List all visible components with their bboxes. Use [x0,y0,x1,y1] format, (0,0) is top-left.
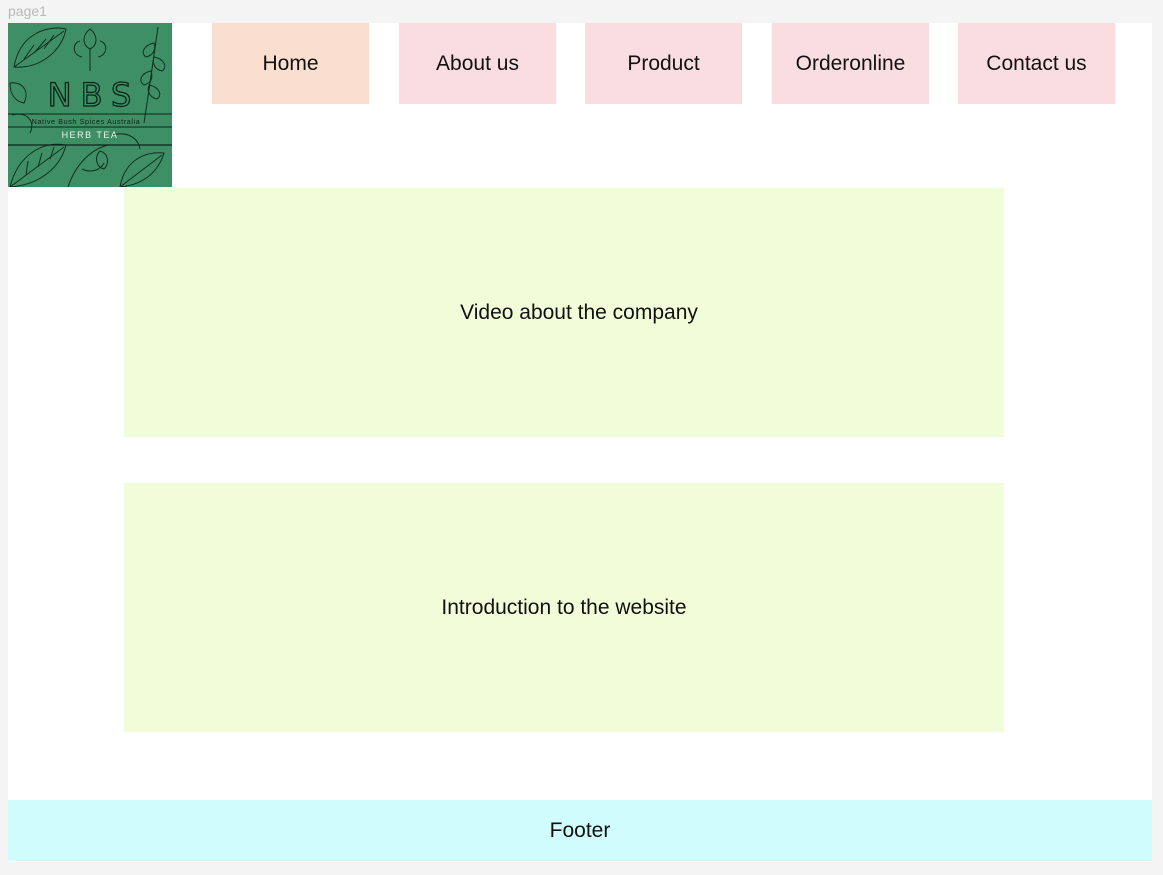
logo-title: NBS [48,76,141,114]
footer-label: Footer [549,818,611,842]
footer: Footer [8,800,1152,861]
intro-placeholder-label: Introduction to the website [441,595,687,619]
logo[interactable]: NBS Native Bush Spices Australia HERB TE… [8,23,172,187]
herb-illustration-icon: NBS Native Bush Spices Australia HERB TE… [8,26,172,187]
nav-home-button[interactable]: Home [212,23,369,104]
frame-label[interactable]: page1 [8,3,47,19]
video-placeholder-label: Video about the company [460,300,698,324]
video-placeholder[interactable]: Video about the company [124,188,1004,437]
nav-orderonline-button[interactable]: Orderonline [772,23,929,104]
page-frame: NBS Native Bush Spices Australia HERB TE… [8,23,1152,862]
nav-product-button[interactable]: Product [585,23,742,104]
nav-about-us-button[interactable]: About us [399,23,556,104]
logo-subtitle: Native Bush Spices Australia [32,117,141,126]
nav-contact-us-button[interactable]: Contact us [958,23,1115,104]
intro-placeholder: Introduction to the website [124,483,1004,732]
design-canvas: page1 NBS Native Bush Spices Australia H… [0,0,1163,875]
logo-tagline: HERB TEA [62,130,119,140]
